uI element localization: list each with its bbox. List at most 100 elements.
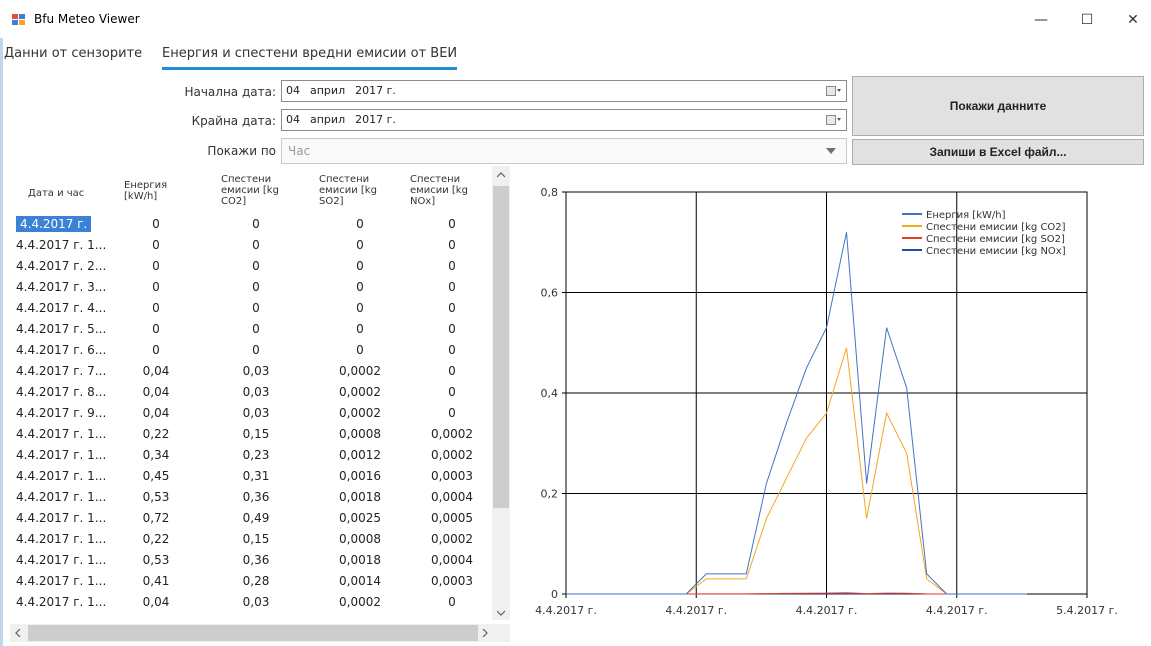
- table-row[interactable]: 4.4.2017 г. 1... 0 0 0 0: [10, 235, 492, 256]
- cell-co2[interactable]: 0,31: [225, 469, 287, 483]
- cell-so2[interactable]: 0: [320, 322, 400, 336]
- cell-nox[interactable]: 0: [415, 259, 489, 273]
- table-row[interactable]: 4.4.2017 г. 5... 0 0 0 0: [10, 319, 492, 340]
- cell-so2[interactable]: 0,0016: [320, 469, 400, 483]
- cell-co2[interactable]: 0,23: [225, 448, 287, 462]
- table-row[interactable]: 4.4.2017 г. 1... 0,53 0,36 0,0018 0,0004: [10, 550, 492, 571]
- export-excel-button[interactable]: Запиши в Excel файл...: [852, 139, 1144, 165]
- cell-datetime[interactable]: 4.4.2017 г. 1...: [16, 448, 106, 462]
- cell-co2[interactable]: 0,03: [225, 364, 287, 378]
- cell-so2[interactable]: 0: [320, 301, 400, 315]
- cell-co2[interactable]: 0,36: [225, 553, 287, 567]
- cell-datetime[interactable]: 4.4.2017 г. 6...: [16, 343, 106, 357]
- cell-co2[interactable]: 0: [225, 280, 287, 294]
- cell-energy[interactable]: 0,72: [132, 511, 180, 525]
- cell-datetime[interactable]: 4.4.2017 г.: [16, 216, 92, 232]
- cell-co2[interactable]: 0,03: [225, 595, 287, 609]
- cell-nox[interactable]: 0,0004: [415, 553, 489, 567]
- cell-nox[interactable]: 0,0002: [415, 448, 489, 462]
- cell-so2[interactable]: 0,0014: [320, 574, 400, 588]
- vertical-scroll-thumb[interactable]: [493, 186, 509, 508]
- cell-datetime[interactable]: 4.4.2017 г. 1...: [16, 553, 106, 567]
- header-nox[interactable]: Спестени емисии [kg NOx]: [410, 174, 468, 207]
- table-row[interactable]: 4.4.2017 г. 1... 0,22 0,15 0,0008 0,0002: [10, 424, 492, 445]
- cell-datetime[interactable]: 4.4.2017 г. 8...: [16, 385, 106, 399]
- cell-datetime[interactable]: 4.4.2017 г. 5...: [16, 322, 106, 336]
- cell-energy[interactable]: 0,04: [132, 406, 180, 420]
- cell-co2[interactable]: 0: [225, 259, 287, 273]
- table-row[interactable]: 4.4.2017 г. 1... 0,45 0,31 0,0016 0,0003: [10, 466, 492, 487]
- header-co2[interactable]: Спестени емисии [kg CO2]: [221, 174, 279, 207]
- cell-datetime[interactable]: 4.4.2017 г. 7...: [16, 364, 106, 378]
- cell-co2[interactable]: 0,28: [225, 574, 287, 588]
- calendar-icon[interactable]: [826, 85, 842, 97]
- cell-energy[interactable]: 0,22: [132, 532, 180, 546]
- table-row[interactable]: 4.4.2017 г. 0 0 0 0: [10, 214, 492, 235]
- cell-nox[interactable]: 0: [415, 280, 489, 294]
- cell-so2[interactable]: 0,0002: [320, 406, 400, 420]
- cell-energy[interactable]: 0: [132, 280, 180, 294]
- end-date-picker[interactable]: 04 април 2017 г.: [281, 109, 847, 131]
- cell-datetime[interactable]: 4.4.2017 г. 1...: [16, 532, 106, 546]
- calendar-icon[interactable]: [826, 114, 842, 126]
- cell-energy[interactable]: 0,53: [132, 553, 180, 567]
- show-by-select[interactable]: Час: [281, 138, 847, 164]
- cell-datetime[interactable]: 4.4.2017 г. 3...: [16, 280, 106, 294]
- cell-co2[interactable]: 0,36: [225, 490, 287, 504]
- cell-datetime[interactable]: 4.4.2017 г. 1...: [16, 595, 106, 609]
- cell-nox[interactable]: 0: [415, 238, 489, 252]
- cell-energy[interactable]: 0: [132, 322, 180, 336]
- cell-nox[interactable]: 0,0003: [415, 574, 489, 588]
- cell-datetime[interactable]: 4.4.2017 г. 1...: [16, 511, 106, 525]
- scroll-right-icon[interactable]: [482, 629, 488, 637]
- cell-co2[interactable]: 0,15: [225, 532, 287, 546]
- cell-co2[interactable]: 0: [225, 322, 287, 336]
- cell-nox[interactable]: 0,0002: [415, 427, 489, 441]
- cell-energy[interactable]: 0,04: [132, 595, 180, 609]
- table-row[interactable]: 4.4.2017 г. 1... 0,72 0,49 0,0025 0,0005: [10, 508, 492, 529]
- cell-so2[interactable]: 0,0018: [320, 553, 400, 567]
- cell-datetime[interactable]: 4.4.2017 г. 1...: [16, 238, 106, 252]
- table-row[interactable]: 4.4.2017 г. 6... 0 0 0 0: [10, 340, 492, 361]
- tab-energy-emissions[interactable]: Енергия и спестени вредни емисии от ВЕИ: [162, 46, 458, 70]
- table-row[interactable]: 4.4.2017 г. 8... 0,04 0,03 0,0002 0: [10, 382, 492, 403]
- start-date-picker[interactable]: 04 април 2017 г.: [281, 80, 847, 102]
- cell-nox[interactable]: 0: [415, 364, 489, 378]
- cell-nox[interactable]: 0: [415, 301, 489, 315]
- cell-co2[interactable]: 0: [225, 343, 287, 357]
- cell-nox[interactable]: 0: [415, 343, 489, 357]
- cell-co2[interactable]: 0,03: [225, 385, 287, 399]
- close-button[interactable]: ✕: [1110, 6, 1151, 34]
- table-row[interactable]: 4.4.2017 г. 7... 0,04 0,03 0,0002 0: [10, 361, 492, 382]
- cell-nox[interactable]: 0: [415, 322, 489, 336]
- cell-nox[interactable]: 0: [415, 406, 489, 420]
- grid-horizontal-scrollbar[interactable]: [10, 624, 510, 642]
- scroll-up-icon[interactable]: [497, 172, 505, 178]
- table-row[interactable]: 4.4.2017 г. 1... 0,04 0,03 0,0002 0: [10, 592, 492, 613]
- cell-datetime[interactable]: 4.4.2017 г. 4...: [16, 301, 106, 315]
- cell-co2[interactable]: 0,03: [225, 406, 287, 420]
- cell-co2[interactable]: 0: [225, 301, 287, 315]
- cell-so2[interactable]: 0,0002: [320, 364, 400, 378]
- maximize-button[interactable]: ☐: [1064, 6, 1110, 34]
- table-row[interactable]: 4.4.2017 г. 4... 0 0 0 0: [10, 298, 492, 319]
- cell-energy[interactable]: 0,34: [132, 448, 180, 462]
- cell-so2[interactable]: 0,0025: [320, 511, 400, 525]
- cell-datetime[interactable]: 4.4.2017 г. 9...: [16, 406, 106, 420]
- cell-datetime[interactable]: 4.4.2017 г. 1...: [16, 427, 106, 441]
- cell-co2[interactable]: 0,15: [225, 427, 287, 441]
- table-row[interactable]: 4.4.2017 г. 1... 0,22 0,15 0,0008 0,0002: [10, 529, 492, 550]
- header-energy[interactable]: Енергия [kW/h]: [124, 180, 167, 202]
- cell-so2[interactable]: 0,0008: [320, 532, 400, 546]
- cell-nox[interactable]: 0,0005: [415, 511, 489, 525]
- cell-energy[interactable]: 0,41: [132, 574, 180, 588]
- table-row[interactable]: 4.4.2017 г. 2... 0 0 0 0: [10, 256, 492, 277]
- table-row[interactable]: 4.4.2017 г. 1... 0,34 0,23 0,0012 0,0002: [10, 445, 492, 466]
- cell-nox[interactable]: 0,0002: [415, 532, 489, 546]
- cell-energy[interactable]: 0: [132, 238, 180, 252]
- cell-energy[interactable]: 0: [132, 343, 180, 357]
- table-row[interactable]: 4.4.2017 г. 1... 0,41 0,28 0,0014 0,0003: [10, 571, 492, 592]
- cell-co2[interactable]: 0: [225, 217, 287, 231]
- cell-datetime[interactable]: 4.4.2017 г. 1...: [16, 469, 106, 483]
- table-row[interactable]: 4.4.2017 г. 3... 0 0 0 0: [10, 277, 492, 298]
